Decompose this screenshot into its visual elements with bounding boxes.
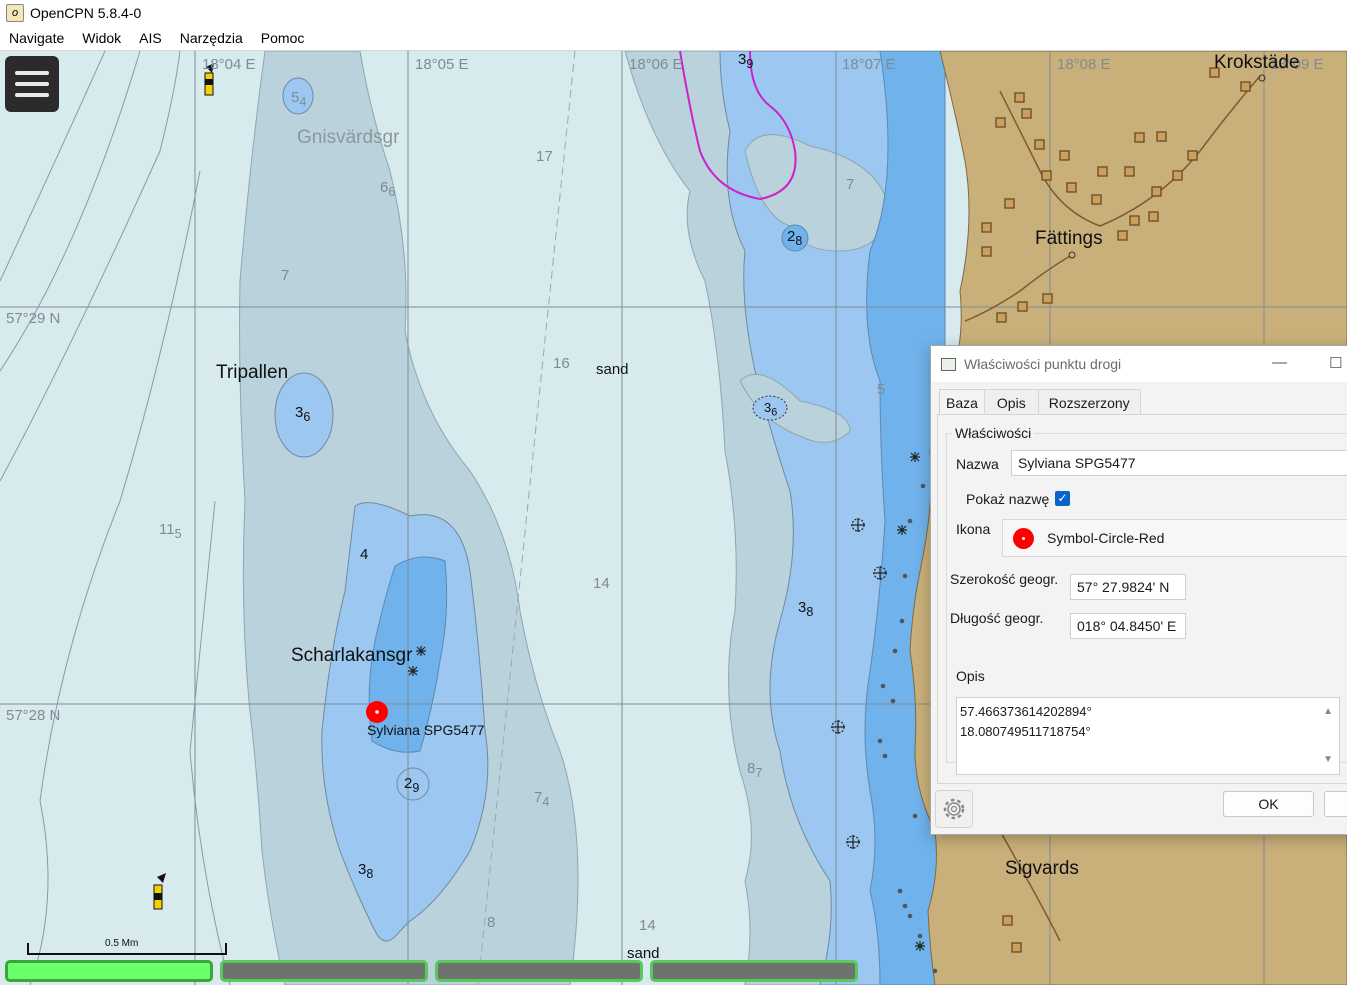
sounding: 5 <box>877 381 886 398</box>
waypoint-properties-dialog: Właściwości punktu drogi — ☐ Baza Opis R… <box>930 345 1347 835</box>
description-line: 18.080749511718754° <box>960 724 1091 739</box>
sounding: 28 <box>787 228 803 248</box>
menu-tools[interactable]: Narzędzia <box>171 30 252 46</box>
sounding: 87 <box>747 760 763 780</box>
lon-label: 18°06 E <box>629 56 683 73</box>
sounding: 36 <box>295 404 311 424</box>
main-menu-button[interactable] <box>5 56 59 112</box>
sounding: 54 <box>291 89 307 109</box>
lon-label: 18°07 E <box>842 56 896 73</box>
longitude-label: Długość geogr. <box>950 610 1044 626</box>
status-segment[interactable] <box>5 960 213 982</box>
icon-label: Ikona <box>956 521 991 537</box>
place-name: Gnisvärdsgr <box>297 127 400 148</box>
lat-label: 57°28 N <box>6 707 61 724</box>
title-bar: o OpenCPN 5.8.4-0 <box>0 0 1347 26</box>
scale-label: 0.5 Mm <box>105 938 139 949</box>
sounding: 38 <box>358 861 374 881</box>
status-bar <box>0 960 1347 985</box>
sounding: 8 <box>487 914 496 931</box>
icon-select-value: Symbol-Circle-Red <box>1047 530 1165 546</box>
sounding: 7 <box>846 176 855 193</box>
name-field[interactable]: Sylviana SPG5477 <box>1011 450 1347 476</box>
circle-red-icon <box>1013 527 1034 549</box>
sounding: 115 <box>159 521 182 541</box>
ok-button[interactable]: OK <box>1223 791 1314 817</box>
scroll-down-icon[interactable]: ▼ <box>1323 750 1333 770</box>
sounding: 7 <box>281 267 290 284</box>
place-name: Fättings <box>1035 228 1103 249</box>
menu-navigate[interactable]: Navigate <box>0 30 73 46</box>
sounding: 14 <box>593 575 610 592</box>
sounding: 39 <box>738 51 754 71</box>
name-label: Nazwa <box>956 456 999 472</box>
lon-label: 18°04 E <box>202 56 256 73</box>
cancel-button[interactable] <box>1324 791 1347 817</box>
lat-label: 57°29 N <box>6 310 61 327</box>
longitude-field[interactable]: 018° 04.8450' E <box>1070 613 1186 639</box>
menu-icon <box>15 71 49 75</box>
sounding: 29 <box>404 775 420 795</box>
description-label: Opis <box>956 668 985 684</box>
menu-view[interactable]: Widok <box>73 30 130 46</box>
window-title: OpenCPN 5.8.4-0 <box>30 5 142 21</box>
show-name-checkbox[interactable]: ✓ <box>1055 491 1070 506</box>
gear-icon <box>943 798 965 820</box>
latitude-field[interactable]: 57° 27.9824' N <box>1070 574 1186 600</box>
lon-label: 18°05 E <box>415 56 469 73</box>
tab-description[interactable]: Opis <box>983 389 1039 415</box>
status-segment[interactable] <box>650 960 858 982</box>
group-label: Właściwości <box>952 425 1035 441</box>
opencpn-app-icon: o <box>6 4 24 22</box>
sounding: 74 <box>534 789 550 809</box>
description-line: 57.466373614202894° <box>960 704 1092 719</box>
dialog-title: Właściwości punktu drogi <box>964 356 1122 372</box>
settings-button[interactable] <box>935 790 973 828</box>
lon-label: 18°08 E <box>1057 56 1111 73</box>
tab-base[interactable]: Baza <box>939 389 985 415</box>
status-segment[interactable] <box>220 960 428 982</box>
maximize-icon[interactable]: ☐ <box>1329 354 1342 372</box>
sounding: 66 <box>380 179 396 199</box>
place-name: Krokstäde <box>1214 52 1300 73</box>
scale-bar: 0.5 Mm <box>27 938 227 956</box>
show-name-label: Pokaż nazwę <box>966 491 1050 507</box>
place-name: Scharlakansgr <box>291 645 413 666</box>
icon-select[interactable]: Symbol-Circle-Red <box>1002 519 1347 557</box>
window-icon <box>941 357 956 371</box>
sounding: 14 <box>639 917 656 934</box>
place-name: Sigvards <box>1005 858 1079 879</box>
minimize-icon[interactable]: — <box>1272 354 1287 371</box>
menu-help[interactable]: Pomoc <box>252 30 314 46</box>
scroll-up-icon[interactable]: ▲ <box>1323 702 1333 722</box>
description-textarea[interactable]: 57.466373614202894° 18.080749511718754° … <box>956 697 1340 775</box>
sounding: 16 <box>553 355 570 372</box>
seabed-label: sand <box>596 361 629 378</box>
tab-extended[interactable]: Rozszerzony <box>1037 389 1141 415</box>
sounding: 36 <box>764 400 778 419</box>
sounding: 4 <box>360 546 369 563</box>
place-name: Tripallen <box>216 362 289 383</box>
sounding: 38 <box>798 599 814 619</box>
latitude-label: Szerokość geogr. <box>950 571 1059 587</box>
status-segment[interactable] <box>435 960 643 982</box>
waypoint-label: Sylviana SPG5477 <box>367 722 485 738</box>
dialog-tabs: Baza Opis Rozszerzony <box>939 389 1141 415</box>
sounding: 17 <box>536 148 553 165</box>
tab-panel: Właściwości Nazwa Sylviana SPG5477 Pokaż… <box>937 414 1347 784</box>
menu-ais[interactable]: AIS <box>130 30 171 46</box>
menu-bar: Navigate Widok AIS Narzędzia Pomoc <box>0 26 1347 51</box>
